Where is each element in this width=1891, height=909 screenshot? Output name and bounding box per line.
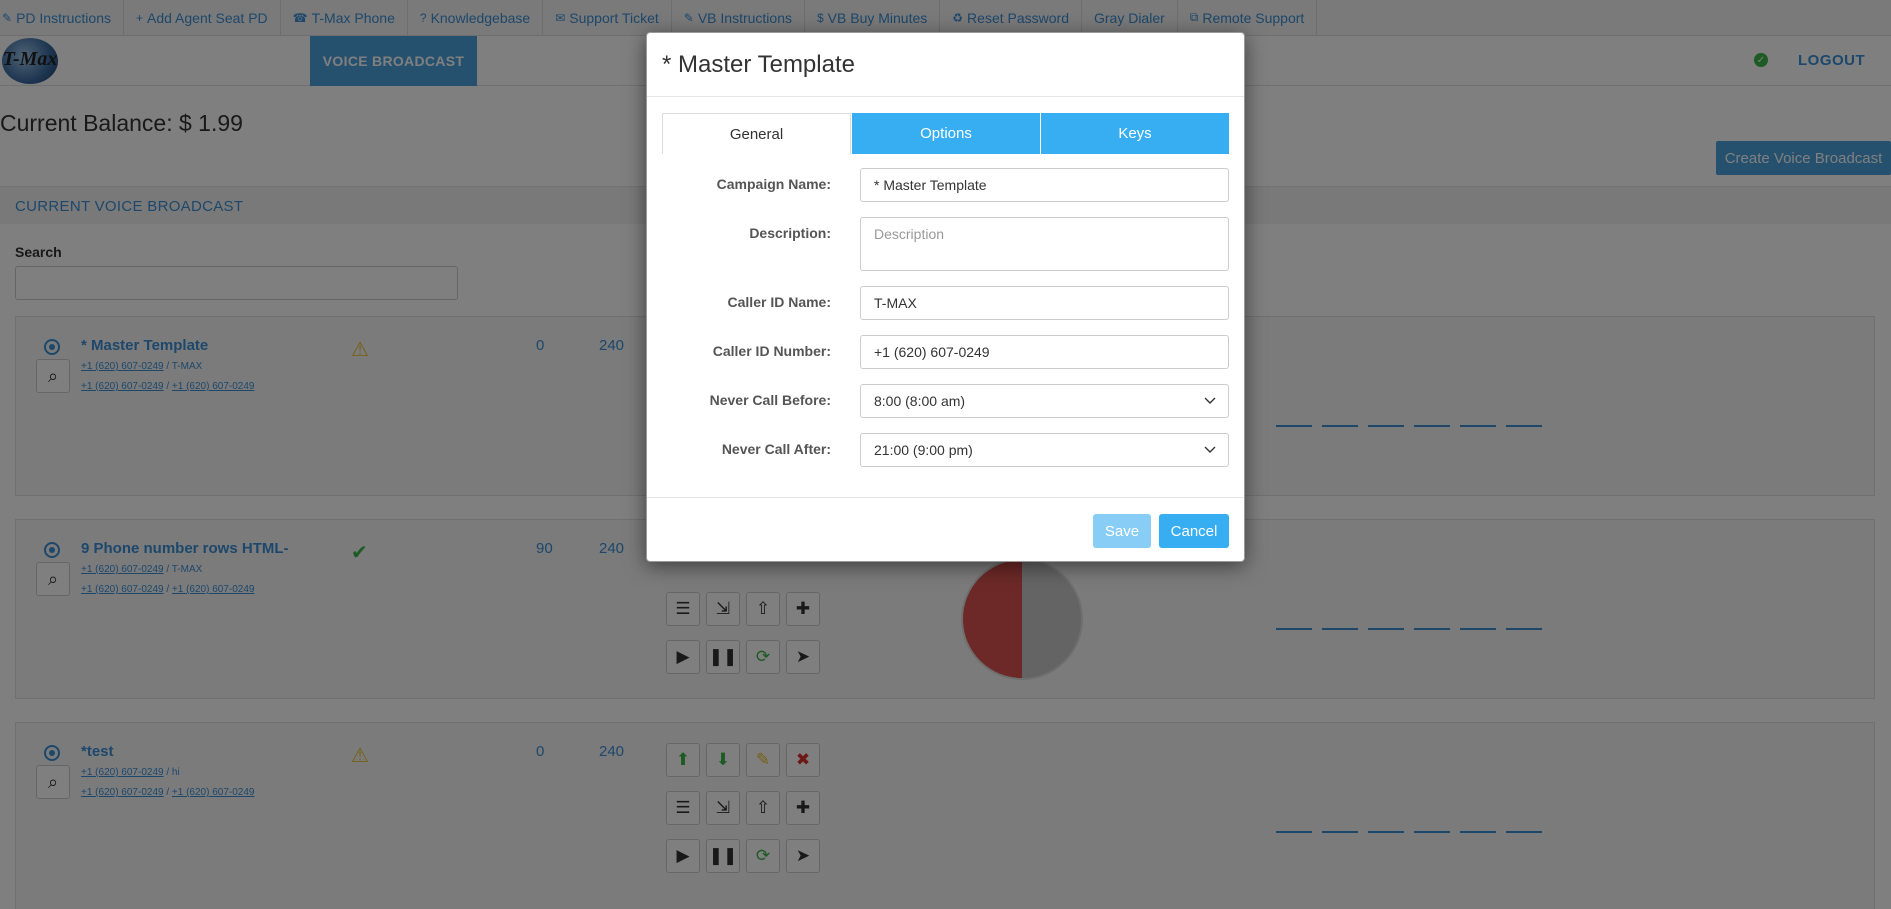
description-label: Description: bbox=[749, 225, 831, 241]
select-value: 21:00 (9:00 pm) bbox=[874, 442, 973, 458]
campaign-name-input[interactable]: * Master Template bbox=[860, 168, 1229, 202]
chevron-down-icon bbox=[1204, 397, 1216, 404]
description-textarea[interactable] bbox=[860, 217, 1229, 271]
divider bbox=[647, 497, 1244, 498]
caller-id-number-input[interactable]: +1 (620) 607-0249 bbox=[860, 335, 1229, 369]
never-call-before-select[interactable]: 8:00 (8:00 am) bbox=[860, 384, 1229, 418]
caller-id-name-input[interactable]: T-MAX bbox=[860, 286, 1229, 320]
select-value: 8:00 (8:00 am) bbox=[874, 393, 966, 409]
campaign-edit-modal: * Master Template General Options Keys C… bbox=[646, 32, 1245, 562]
tab-keys[interactable]: Keys bbox=[1040, 113, 1229, 154]
modal-tabs: General Options Keys bbox=[662, 113, 1229, 154]
save-button[interactable]: Save bbox=[1093, 514, 1151, 548]
chevron-down-icon bbox=[1204, 446, 1216, 453]
cancel-button[interactable]: Cancel bbox=[1159, 514, 1229, 548]
tab-options[interactable]: Options bbox=[851, 113, 1040, 154]
tab-general[interactable]: General bbox=[662, 113, 851, 154]
never-call-after-select[interactable]: 21:00 (9:00 pm) bbox=[860, 433, 1229, 467]
divider bbox=[647, 96, 1244, 97]
never-call-before-label: Never Call Before: bbox=[709, 392, 831, 408]
campaign-name-label: Campaign Name: bbox=[716, 176, 831, 192]
caller-id-number-label: Caller ID Number: bbox=[712, 343, 831, 359]
modal-title: * Master Template bbox=[662, 51, 855, 78]
caller-id-name-label: Caller ID Name: bbox=[727, 294, 831, 310]
never-call-after-label: Never Call After: bbox=[721, 441, 831, 457]
